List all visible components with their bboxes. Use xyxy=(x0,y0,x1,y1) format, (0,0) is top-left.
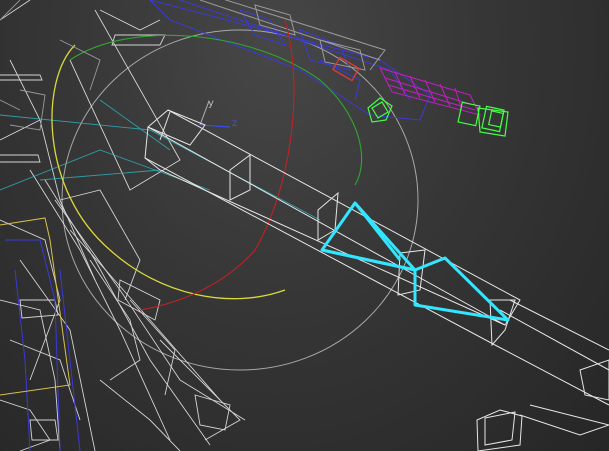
gizmo-axis-z-label: z xyxy=(232,118,237,129)
wireframe-bottom-right[interactable] xyxy=(476,404,609,451)
wireframe-main-bone[interactable] xyxy=(144,109,609,406)
bone-selected-cyan[interactable] xyxy=(320,201,510,322)
helper-chain-magenta[interactable] xyxy=(379,67,481,116)
3d-viewport[interactable]: y z xyxy=(0,0,609,451)
gizmo-screen-ring[interactable] xyxy=(61,29,419,371)
helper-cyan-dim-lines xyxy=(0,99,321,221)
wireframe-scene[interactable]: y z xyxy=(0,0,609,451)
gizmo-axis-y-label: y xyxy=(208,98,214,109)
wireframe-upper-left xyxy=(0,0,101,131)
helper-chain-blue[interactable] xyxy=(149,0,431,121)
helper-left-gold xyxy=(0,217,71,396)
wireframe-left-mesh[interactable] xyxy=(0,0,246,451)
